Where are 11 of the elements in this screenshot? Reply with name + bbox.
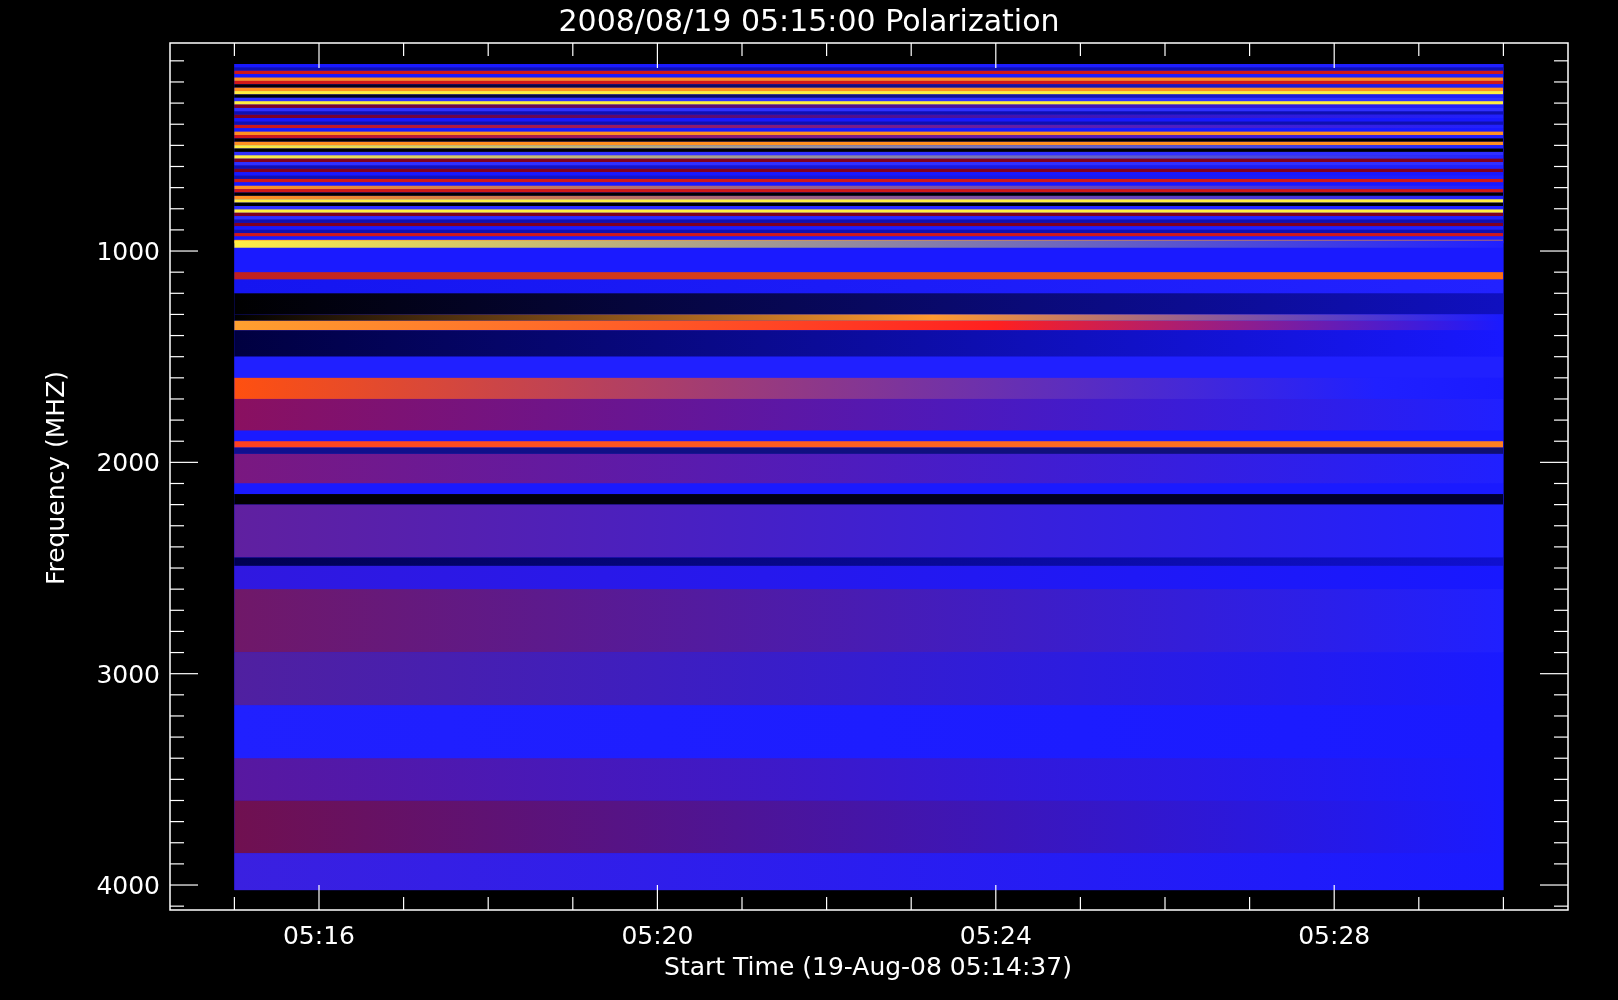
y-tick-label: 2000 bbox=[96, 448, 160, 478]
x-tick-label: 05:24 bbox=[959, 921, 1032, 950]
x-tick-label: 05:28 bbox=[1298, 921, 1371, 950]
y-tick-label: 3000 bbox=[96, 659, 160, 689]
x-tick-label: 05:20 bbox=[621, 921, 694, 950]
y-axis-label: Frequency (MHZ) bbox=[41, 370, 70, 586]
y-tick-label: 1000 bbox=[96, 237, 160, 267]
y-tick-label: 4000 bbox=[96, 871, 160, 900]
x-axis-label: Start Time (19-Aug-08 05:14:37) bbox=[664, 952, 1072, 981]
x-tick-label: 05:16 bbox=[283, 921, 355, 950]
chart-title: 2008/08/19 05:15:00 Polarization bbox=[558, 3, 1060, 38]
